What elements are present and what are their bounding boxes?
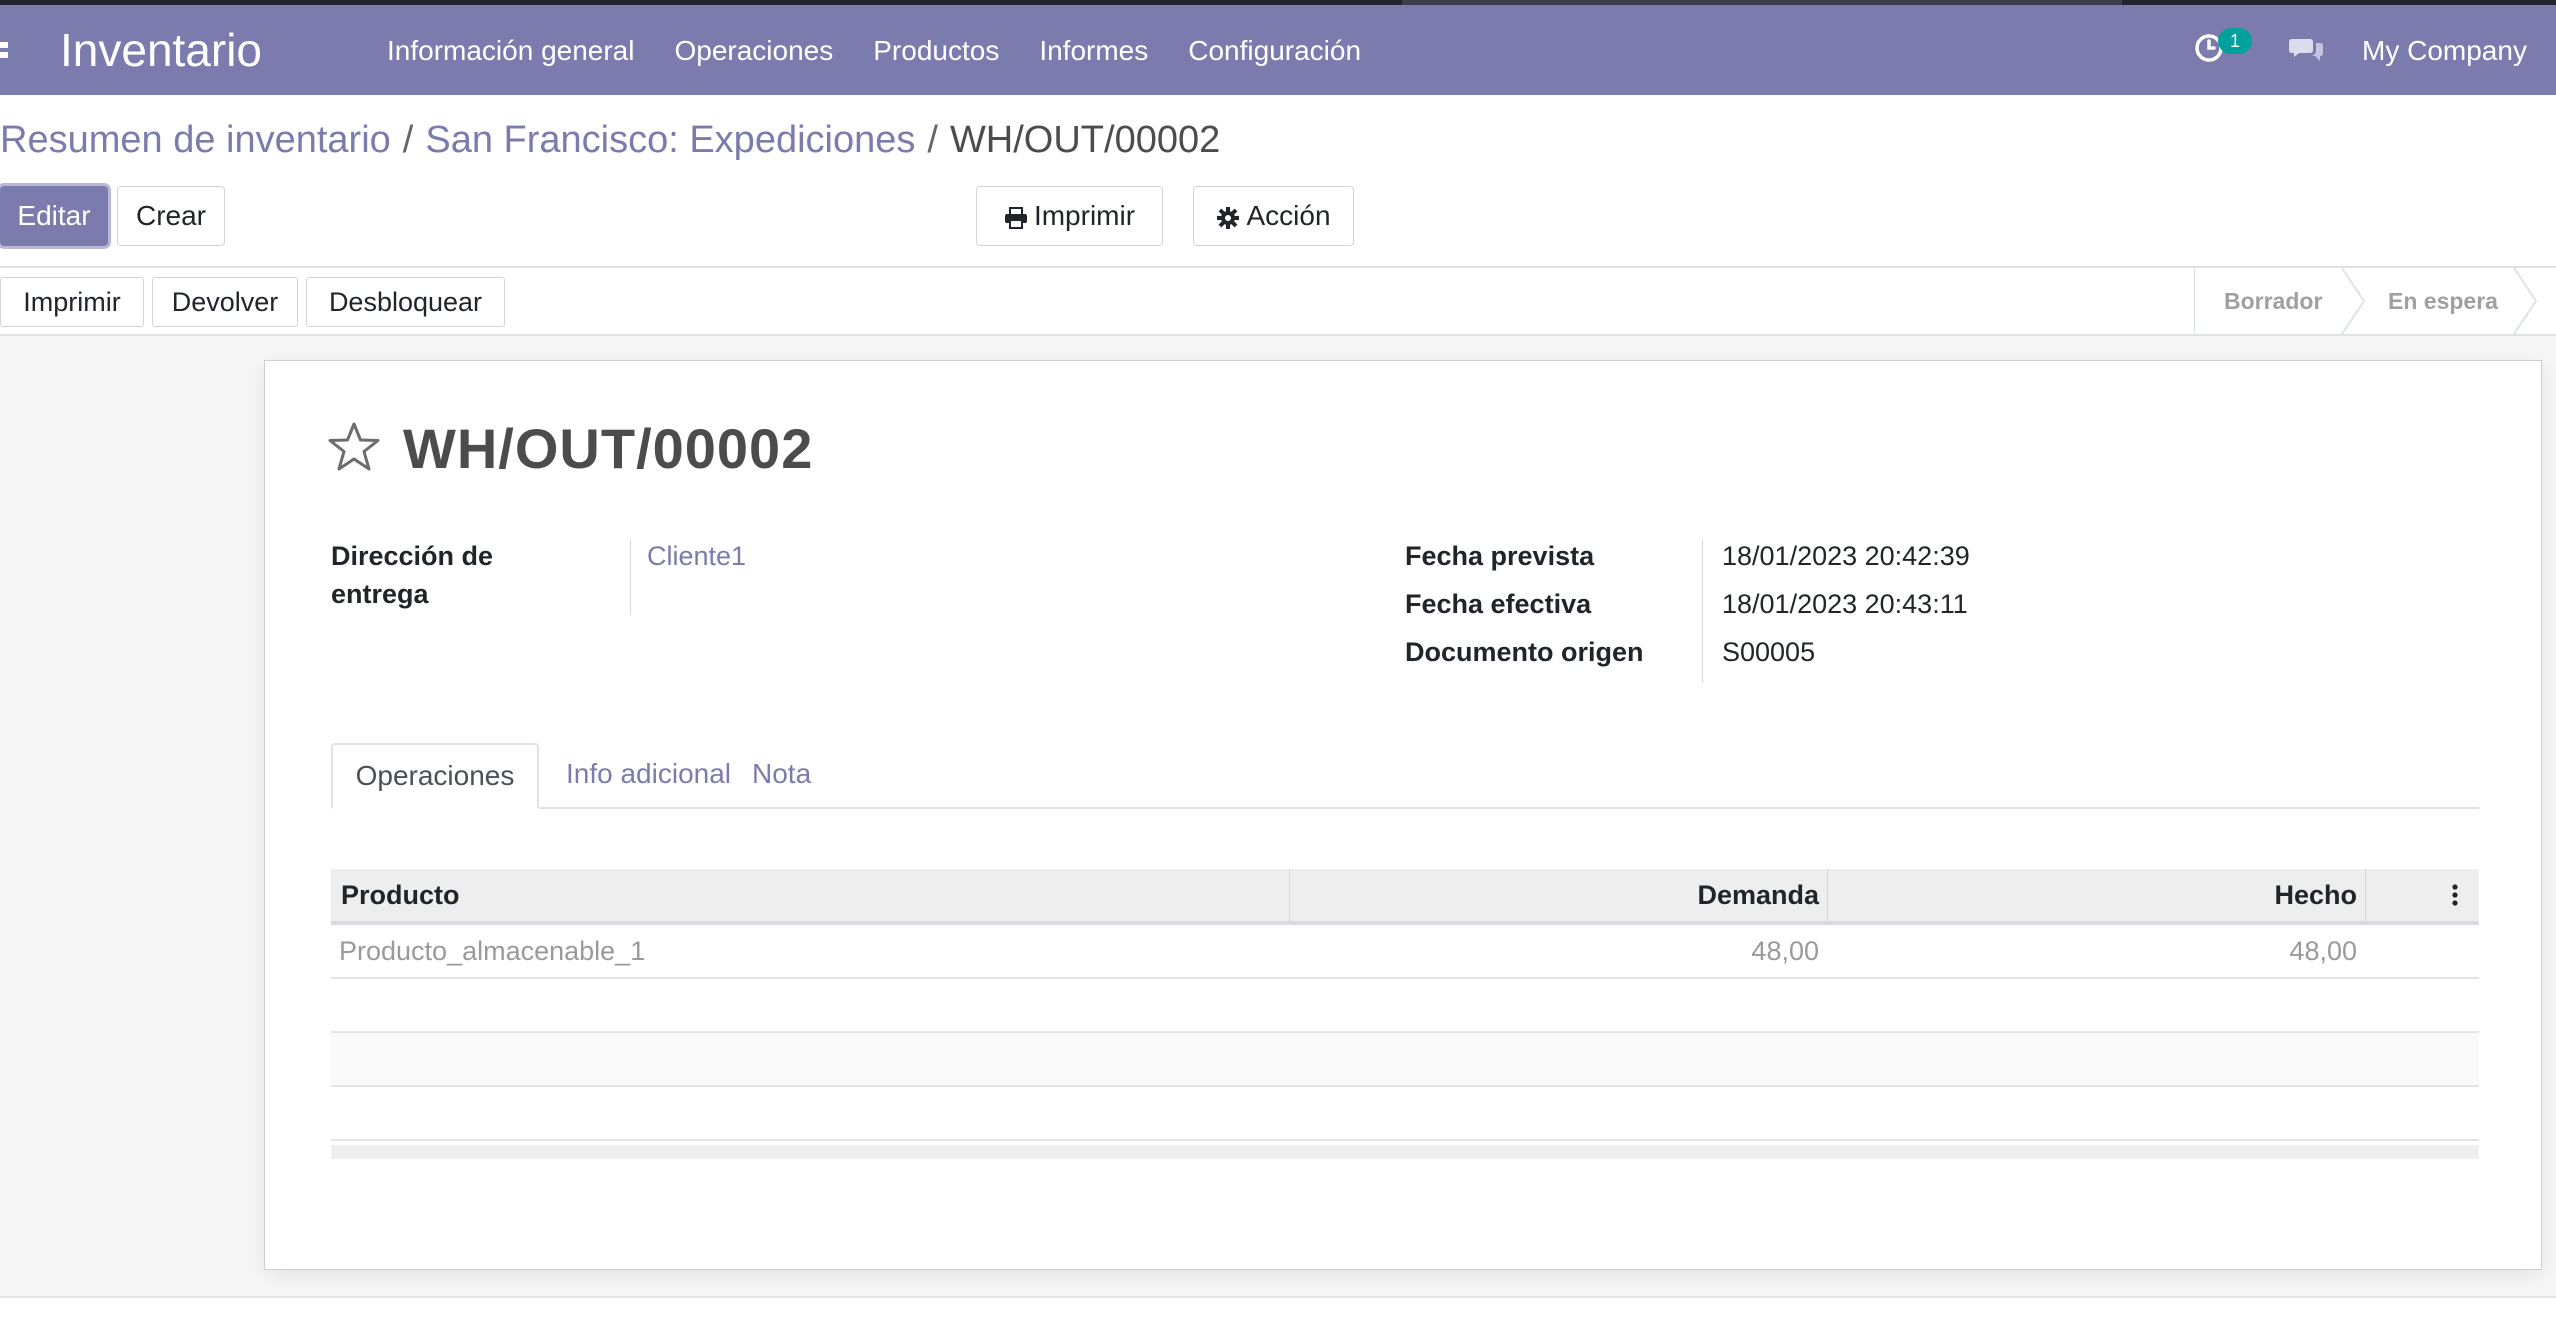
source-document-label: Documento origen bbox=[1405, 637, 1644, 667]
menu-item-general[interactable]: Información general bbox=[387, 31, 634, 71]
stage-divider bbox=[2194, 268, 2195, 334]
print-icon bbox=[1004, 206, 1027, 229]
table-footer bbox=[331, 1145, 2479, 1159]
breadcrumb-item-overview[interactable]: Resumen de inventario bbox=[0, 119, 391, 161]
delivery-address-value[interactable]: Cliente1 bbox=[647, 537, 746, 575]
edit-button[interactable]: Editar bbox=[0, 186, 108, 246]
table-row-empty bbox=[331, 979, 2479, 1033]
action-dropdown-button[interactable]: Acción bbox=[1193, 186, 1354, 246]
breadcrumb-item-deliveries[interactable]: San Francisco: Expediciones bbox=[425, 119, 915, 161]
menu-item-settings[interactable]: Configuración bbox=[1188, 31, 1361, 71]
tab-operations[interactable]: Operaciones bbox=[331, 743, 539, 809]
apps-icon[interactable] bbox=[0, 42, 8, 58]
cell-product: Producto_almacenable_1 bbox=[339, 936, 646, 966]
action-dropdown-label: Acción bbox=[1246, 200, 1331, 231]
cell-done: 48,00 bbox=[2289, 936, 2357, 966]
record-title: WH/OUT/00002 bbox=[403, 417, 814, 480]
main-menu: Información general Operaciones Producto… bbox=[387, 31, 1401, 71]
form-sheet: WH/OUT/00002 Dirección de entrega Client… bbox=[264, 360, 2542, 1270]
gear-icon bbox=[1217, 206, 1240, 229]
return-button[interactable]: Devolver bbox=[152, 277, 298, 327]
stage-arrow bbox=[2513, 268, 2538, 334]
main-navbar: Inventario Información general Operacion… bbox=[0, 5, 2556, 95]
stage-waiting[interactable]: En espera bbox=[2388, 268, 2498, 334]
print-dropdown-button[interactable]: Imprimir bbox=[976, 186, 1163, 246]
stage-arrow bbox=[2341, 268, 2366, 334]
column-header-done[interactable]: Hecho bbox=[1827, 869, 2357, 921]
activity-badge: 1 bbox=[2218, 28, 2252, 54]
unlock-button[interactable]: Desbloquear bbox=[306, 277, 505, 327]
scheduled-date-label: Fecha prevista bbox=[1405, 541, 1595, 571]
table-row[interactable]: Producto_almacenable_1 48,00 48,00 bbox=[331, 925, 2479, 979]
star-icon[interactable] bbox=[327, 421, 381, 473]
breadcrumb-separator: / bbox=[927, 119, 938, 161]
breadcrumb: Resumen de inventario / San Francisco: Exp… bbox=[0, 112, 1220, 168]
delivery-address-label: Dirección de entrega bbox=[331, 541, 494, 609]
field-separator bbox=[630, 539, 631, 615]
effective-date-value: 18/01/2023 20:43:11 bbox=[1722, 589, 1968, 619]
create-button[interactable]: Crear bbox=[117, 186, 225, 246]
menu-item-operations[interactable]: Operaciones bbox=[674, 31, 833, 71]
stage-draft[interactable]: Borrador bbox=[2224, 268, 2322, 334]
effective-date-label: Fecha efectiva bbox=[1405, 589, 1592, 619]
print-dropdown-label: Imprimir bbox=[1033, 200, 1136, 231]
page-footer bbox=[0, 1296, 2556, 1332]
source-document-value: S00005 bbox=[1722, 637, 1816, 667]
table-header: Producto Demanda Hecho bbox=[331, 869, 2479, 925]
column-divider bbox=[2365, 869, 2366, 921]
scheduled-date-value: 18/01/2023 20:42:39 bbox=[1722, 541, 1970, 571]
breadcrumb-item-current: WH/OUT/00002 bbox=[949, 119, 1221, 161]
table-row-empty bbox=[331, 1087, 2479, 1141]
app-title[interactable]: Inventario bbox=[60, 22, 262, 78]
chat-icon[interactable] bbox=[2288, 35, 2324, 65]
column-options-icon[interactable] bbox=[2451, 883, 2459, 907]
table-row-empty bbox=[331, 1033, 2479, 1087]
form-statusbar: Imprimir Devolver Desbloquear Borrador E… bbox=[0, 268, 2556, 336]
print-button[interactable]: Imprimir bbox=[0, 277, 144, 327]
column-header-demand[interactable]: Demanda bbox=[1289, 869, 1819, 921]
notebook-tabs: Operaciones Info adicional Nota bbox=[331, 743, 2479, 809]
column-header-product[interactable]: Producto bbox=[341, 869, 460, 921]
tab-additional-info[interactable]: Info adicional bbox=[566, 743, 731, 807]
menu-item-products[interactable]: Productos bbox=[873, 31, 999, 71]
breadcrumb-separator: / bbox=[402, 119, 414, 161]
tab-note[interactable]: Nota bbox=[752, 743, 811, 807]
field-separator bbox=[1702, 539, 1703, 683]
cell-demand: 48,00 bbox=[1751, 936, 1819, 966]
company-switcher[interactable]: My Company bbox=[2362, 31, 2527, 71]
menu-item-reports[interactable]: Informes bbox=[1039, 31, 1148, 71]
